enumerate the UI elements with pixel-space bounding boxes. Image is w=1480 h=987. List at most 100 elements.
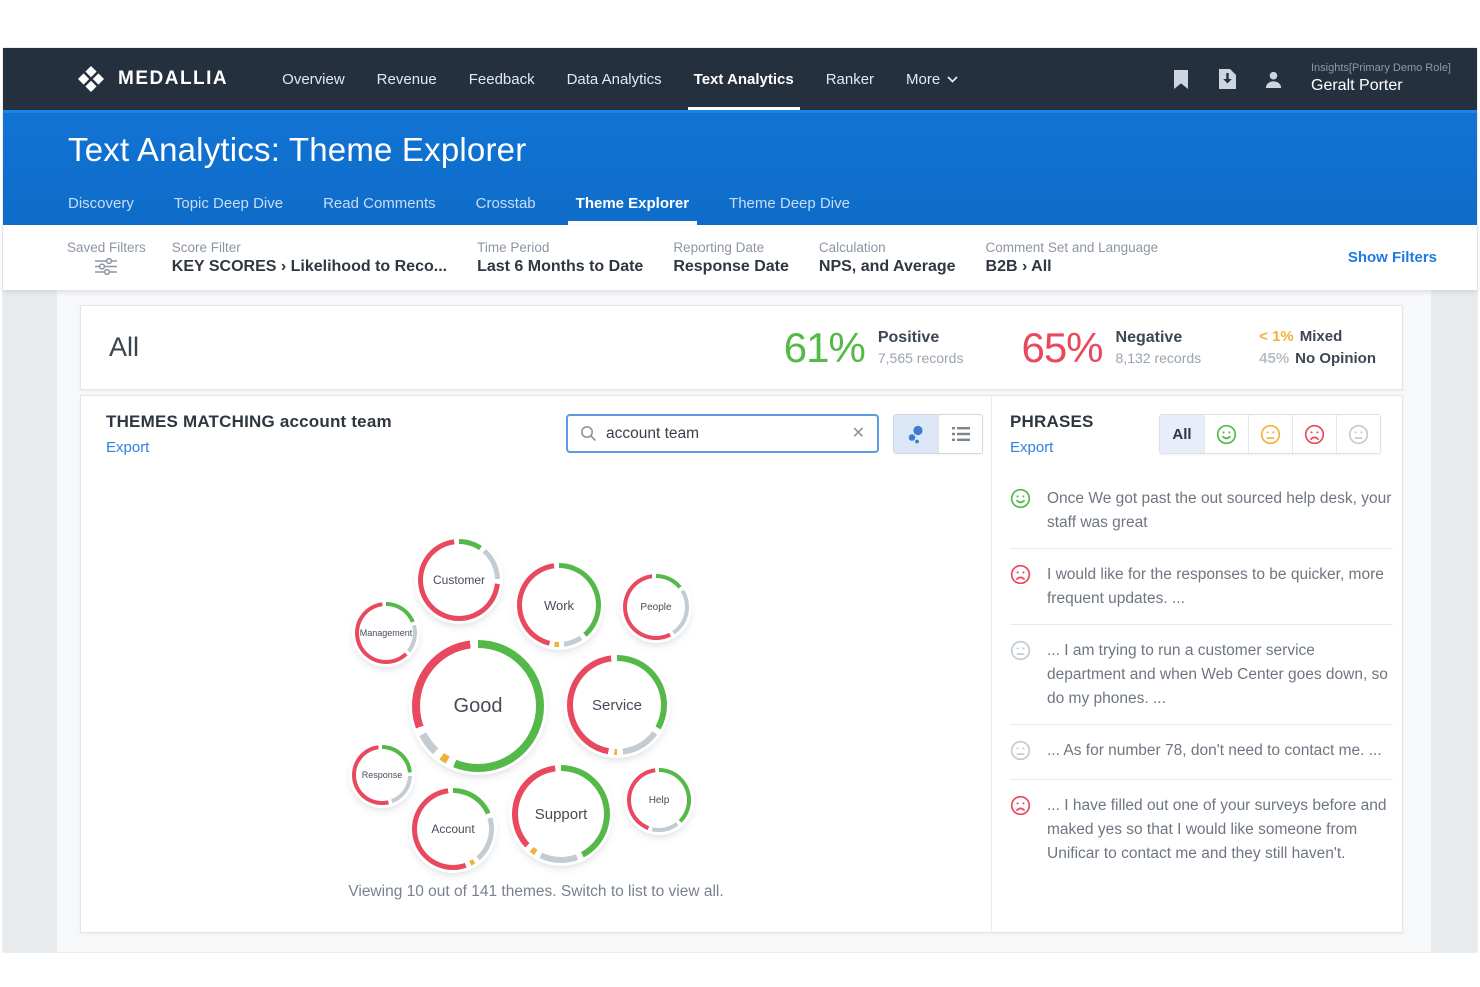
- negative-value: 65%: [1021, 327, 1102, 369]
- mixed-stat: < 1% Mixed: [1259, 328, 1376, 345]
- user-name: Geralt Porter: [1311, 76, 1451, 96]
- filter-reporting-date[interactable]: Reporting DateResponse Date: [673, 240, 789, 276]
- tab-discovery[interactable]: Discovery: [68, 195, 134, 225]
- nav-right-actions: Insights[Primary Demo Role] Geralt Porte…: [1171, 62, 1451, 96]
- phrase-item[interactable]: ... I have filled out one of your survey…: [1010, 779, 1393, 879]
- filter-score-filter[interactable]: Score FilterKEY SCORES › Likelihood to R…: [172, 240, 447, 276]
- top-navigation: MEDALLIA OverviewRevenueFeedbackData Ana…: [3, 48, 1477, 110]
- chart-caption: Viewing 10 out of 141 themes. Switch to …: [81, 883, 991, 901]
- summary-card: All 61% Positive 7,565 records 65% Negat…: [80, 305, 1403, 390]
- negative-records: 8,132 records: [1116, 350, 1202, 366]
- sentiment-negative-icon: [1010, 563, 1032, 611]
- no-opinion-label: No Opinion: [1295, 350, 1376, 367]
- app-window: MEDALLIA OverviewRevenueFeedbackData Ana…: [3, 48, 1477, 952]
- nav-item-text-analytics[interactable]: Text Analytics: [678, 48, 810, 110]
- saved-filters-label: Saved Filters: [67, 240, 146, 255]
- phrase-text: ... As for number 78, don't need to cont…: [1047, 739, 1382, 766]
- theme-bubble-people[interactable]: People: [623, 574, 689, 640]
- phrase-item[interactable]: I would like for the responses to be qui…: [1010, 548, 1393, 624]
- filter-bar: Saved Filters Score FilterKEY SCORES › L…: [3, 225, 1477, 290]
- mixed-label: Mixed: [1300, 328, 1343, 345]
- chevron-down-icon: [947, 76, 958, 83]
- phrases-filter-mixed[interactable]: [1248, 415, 1292, 453]
- phrases-filter-all[interactable]: All: [1160, 415, 1204, 453]
- sentiment-negative-icon: [1010, 794, 1032, 866]
- phrases-filter-positive[interactable]: [1204, 415, 1248, 453]
- brand-name: MEDALLIA: [118, 68, 228, 90]
- phrase-text: ... I am trying to run a customer servic…: [1047, 639, 1393, 711]
- nav-item-ranker[interactable]: Ranker: [810, 48, 890, 110]
- phrase-text: I would like for the responses to be qui…: [1047, 563, 1393, 611]
- user-icon[interactable]: [1263, 69, 1283, 89]
- sentiment-no_opinion-icon: [1010, 639, 1032, 711]
- theme-bubble-service[interactable]: Service: [567, 655, 667, 755]
- sentiment-positive-icon: [1216, 424, 1237, 445]
- sentiment-mixed-icon: [1260, 424, 1281, 445]
- theme-label: Support: [535, 806, 588, 823]
- sliders-icon: [94, 258, 118, 275]
- theme-bubble-good[interactable]: Good: [412, 640, 544, 772]
- theme-label: Account: [431, 822, 474, 836]
- theme-bubble-work[interactable]: Work: [517, 563, 601, 647]
- theme-bubble-chart: CustomerWork People Management Good Service R…: [81, 396, 991, 932]
- tab-theme-explorer[interactable]: Theme Explorer: [576, 195, 689, 225]
- tab-read-comments[interactable]: Read Comments: [323, 195, 436, 225]
- phrases-filter-no_opinion[interactable]: [1336, 415, 1380, 453]
- bookmark-icon[interactable]: [1171, 69, 1191, 89]
- sentiment-negative-icon: [1304, 424, 1325, 445]
- mixed-value: < 1%: [1259, 328, 1294, 345]
- scope-label: All: [109, 332, 139, 363]
- theme-label: People: [640, 602, 671, 613]
- phrase-item[interactable]: Once We got past the out sourced help de…: [1010, 473, 1393, 548]
- page-header: Text Analytics: Theme Explorer Discovery…: [3, 110, 1477, 225]
- nav-item-more[interactable]: More: [890, 48, 974, 110]
- theme-bubble-help[interactable]: Help: [627, 768, 691, 832]
- tab-topic-deep-dive[interactable]: Topic Deep Dive: [174, 195, 283, 225]
- tab-crosstab[interactable]: Crosstab: [476, 195, 536, 225]
- nav-item-data-analytics[interactable]: Data Analytics: [551, 48, 678, 110]
- positive-stat: 61% Positive 7,565 records: [784, 327, 964, 369]
- no-opinion-stat: 45% No Opinion: [1259, 350, 1376, 367]
- nav-item-revenue[interactable]: Revenue: [361, 48, 453, 110]
- phrases-filter-negative[interactable]: [1292, 415, 1336, 453]
- positive-records: 7,565 records: [878, 350, 964, 366]
- nav-item-feedback[interactable]: Feedback: [453, 48, 551, 110]
- theme-bubble-response[interactable]: Response: [352, 745, 412, 805]
- filter-comment-set-and-language[interactable]: Comment Set and LanguageB2B › All: [986, 240, 1159, 276]
- sentiment-no_opinion-icon: [1348, 424, 1369, 445]
- nav-item-overview[interactable]: Overview: [266, 48, 361, 110]
- filter-time-period[interactable]: Time PeriodLast 6 Months to Date: [477, 240, 643, 276]
- negative-label: Negative: [1116, 329, 1202, 347]
- theme-label: Good: [454, 695, 503, 718]
- phrase-item[interactable]: ... As for number 78, don't need to cont…: [1010, 724, 1393, 779]
- explorer-card: THEMES MATCHING account team Export ✕: [80, 395, 1403, 933]
- phrases-export-link[interactable]: Export: [1010, 439, 1053, 456]
- theme-bubble-support[interactable]: Support: [512, 765, 610, 863]
- theme-bubble-account[interactable]: Account: [412, 788, 494, 870]
- saved-filters-button[interactable]: Saved Filters: [67, 240, 146, 275]
- theme-bubble-management[interactable]: Management: [355, 602, 417, 664]
- phrase-text: Once We got past the out sourced help de…: [1047, 487, 1393, 535]
- positive-label: Positive: [878, 329, 964, 347]
- show-filters-link[interactable]: Show Filters: [1348, 249, 1437, 266]
- negative-stat: 65% Negative 8,132 records: [1021, 327, 1201, 369]
- theme-label: Response: [362, 770, 403, 780]
- scroll-pane: All 61% Positive 7,565 records 65% Negat…: [57, 290, 1431, 952]
- phrases-column: PHRASES Export All Once We got past the …: [991, 396, 1402, 932]
- phrases-list: Once We got past the out sourced help de…: [1010, 473, 1393, 879]
- content-area: All 61% Positive 7,565 records 65% Negat…: [3, 290, 1477, 952]
- filter-calculation[interactable]: CalculationNPS, and Average: [819, 240, 956, 276]
- phrases-title: PHRASES: [1010, 412, 1094, 432]
- download-report-icon[interactable]: [1217, 69, 1237, 89]
- nav-menu: OverviewRevenueFeedbackData AnalyticsTex…: [266, 48, 974, 110]
- theme-label: Management: [360, 628, 413, 638]
- phrase-item[interactable]: ... I am trying to run a customer servic…: [1010, 624, 1393, 724]
- filter-items: Score FilterKEY SCORES › Likelihood to R…: [172, 240, 1188, 276]
- page-title: Text Analytics: Theme Explorer: [68, 110, 1412, 169]
- no-opinion-value: 45%: [1259, 350, 1289, 367]
- theme-label: Help: [649, 795, 670, 806]
- theme-bubble-customer[interactable]: Customer: [418, 539, 500, 621]
- user-block[interactable]: Insights[Primary Demo Role] Geralt Porte…: [1311, 62, 1451, 96]
- medallia-logo[interactable]: MEDALLIA: [77, 65, 228, 93]
- tab-theme-deep-dive[interactable]: Theme Deep Dive: [729, 195, 850, 225]
